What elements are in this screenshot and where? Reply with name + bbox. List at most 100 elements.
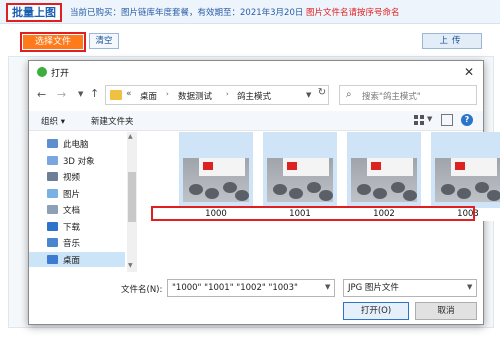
filename-highlight-box bbox=[151, 206, 475, 221]
pigeon bbox=[223, 182, 237, 193]
pigeon bbox=[319, 190, 333, 201]
view-options-icon[interactable] bbox=[413, 114, 425, 126]
pigeon-photo-thumbnail bbox=[435, 158, 500, 202]
recent-locations-icon[interactable]: ▼ bbox=[78, 90, 83, 98]
nav-item-label: 下载 bbox=[63, 222, 81, 233]
pigeon bbox=[457, 188, 471, 199]
banner-logo bbox=[371, 162, 381, 170]
dialog-title: 打开 bbox=[51, 69, 70, 79]
page-title: 批量上图 bbox=[6, 3, 62, 22]
nav-item-label: 桌面 bbox=[63, 255, 81, 266]
nav-item[interactable]: 音乐 bbox=[29, 235, 125, 250]
forward-arrow-icon[interactable]: → bbox=[57, 88, 66, 101]
breadcrumb-data-test[interactable]: 数据测试 bbox=[178, 90, 212, 102]
chevron-down-icon[interactable]: ▼ bbox=[306, 91, 311, 99]
select-file-button[interactable]: 选择文件 bbox=[20, 32, 86, 52]
pigeon-photo-thumbnail bbox=[351, 158, 417, 202]
pigeon bbox=[487, 190, 500, 201]
banner bbox=[199, 158, 245, 176]
up-arrow-icon[interactable]: ↑ bbox=[90, 87, 99, 100]
nav-item-label: 音乐 bbox=[63, 239, 81, 249]
filename-label: 文件名(N): bbox=[121, 285, 163, 295]
scrollbar[interactable]: ▲ ▼ bbox=[127, 132, 137, 272]
banner bbox=[367, 158, 413, 176]
nav-item[interactable]: 下载 bbox=[29, 219, 125, 234]
chevron-down-icon[interactable]: ▼ bbox=[467, 283, 472, 291]
back-arrow-icon[interactable]: ← bbox=[37, 88, 46, 101]
chevron-right-icon[interactable]: › bbox=[226, 90, 229, 98]
clear-button[interactable]: 清空 bbox=[89, 33, 119, 49]
new-folder-button[interactable]: 新建文件夹 bbox=[91, 115, 134, 127]
nav-item[interactable]: 桌面 bbox=[29, 251, 125, 267]
folder-icon bbox=[47, 139, 58, 148]
upload-button[interactable]: 上传 bbox=[422, 33, 482, 49]
nav-item-label: 文档 bbox=[63, 206, 81, 216]
folder-icon bbox=[47, 155, 58, 165]
folder-icon bbox=[110, 90, 122, 100]
banner-logo bbox=[287, 162, 297, 170]
pigeon bbox=[235, 190, 249, 201]
pigeon-photo-thumbnail bbox=[267, 158, 333, 202]
pigeon bbox=[357, 184, 371, 195]
search-input[interactable]: ⌕ 搜索"鸽主模式" bbox=[339, 85, 477, 105]
scroll-up-icon[interactable]: ▲ bbox=[128, 133, 133, 140]
chevron-down-icon[interactable]: ▼ bbox=[325, 283, 330, 291]
banner-logo bbox=[203, 162, 213, 170]
filename-input[interactable]: "1000" "1001" "1002" "1003" bbox=[167, 279, 335, 297]
folder-icon bbox=[47, 205, 58, 214]
close-icon[interactable]: ✕ bbox=[461, 64, 477, 80]
banner-logo bbox=[455, 162, 465, 170]
help-icon[interactable]: ? bbox=[461, 114, 473, 126]
chevron-right-icon[interactable]: › bbox=[166, 90, 169, 98]
open-button[interactable]: 打开(O) bbox=[343, 302, 409, 320]
navigation-pane: 此电脑 3D 对象视频图片文档下载音乐桌面 ▲ ▼ bbox=[29, 132, 137, 272]
pigeon bbox=[289, 188, 303, 199]
scroll-down-icon[interactable]: ▼ bbox=[128, 262, 133, 269]
subscription-info: 当前已购买：图片链库年度套餐，有效期至：2021年3月20日 bbox=[70, 8, 304, 18]
pigeon bbox=[475, 182, 489, 193]
breadcrumb-owner-mode[interactable]: 鸽主模式 bbox=[237, 90, 271, 102]
folder-icon bbox=[47, 188, 58, 198]
dialog-titlebar bbox=[29, 61, 483, 83]
rename-tip: 图片文件名请按序号命名 bbox=[306, 8, 400, 18]
breadcrumb-overflow[interactable]: « bbox=[126, 89, 132, 99]
nav-item[interactable]: 3D 对象 bbox=[29, 153, 125, 168]
chevron-down-icon[interactable]: ▼ bbox=[427, 115, 432, 123]
refresh-icon[interactable]: ↻ bbox=[315, 87, 329, 103]
rename-caption: 图片文件名改为鸽主的序号 bbox=[161, 234, 293, 247]
pigeon bbox=[273, 184, 287, 195]
command-bar: 组织 ▾ 新建文件夹 ▼ ? bbox=[29, 111, 483, 131]
banner bbox=[283, 158, 329, 176]
pigeon bbox=[205, 188, 219, 199]
folder-icon bbox=[47, 254, 58, 264]
pigeon bbox=[441, 184, 455, 195]
search-placeholder: 搜索"鸽主模式" bbox=[362, 92, 421, 102]
scrollbar-thumb[interactable] bbox=[128, 172, 136, 222]
nav-item[interactable]: 视频 bbox=[29, 169, 125, 184]
pigeon bbox=[373, 188, 387, 199]
nav-item[interactable]: 图片 bbox=[29, 186, 125, 201]
preview-pane-icon[interactable] bbox=[441, 114, 453, 126]
breadcrumb-desktop[interactable]: 桌面 bbox=[140, 90, 157, 102]
folder-icon bbox=[47, 238, 58, 247]
banner bbox=[451, 158, 497, 176]
address-bar[interactable]: « 桌面 › 数据测试 › 鸽主模式 ▼ bbox=[105, 85, 329, 105]
open-file-dialog: 打开 ✕ ← → ▼ ↑ « 桌面 › 数据测试 › 鸽主模式 ▼ ↻ ⌕ 搜索… bbox=[28, 60, 500, 325]
nav-item-label: 图片 bbox=[63, 189, 81, 200]
nav-item-label: 3D 对象 bbox=[63, 156, 95, 167]
folder-icon bbox=[47, 172, 58, 181]
pigeon bbox=[307, 182, 321, 193]
file-list: 1000 1001 1002 1003 图片文件名改为鸽主的序号 bbox=[139, 132, 500, 272]
search-icon: ⌕ bbox=[346, 89, 352, 100]
cancel-button[interactable]: 取消 bbox=[415, 302, 477, 320]
app-icon bbox=[37, 67, 47, 77]
nav-item-label: 视频 bbox=[63, 173, 81, 183]
pigeon bbox=[391, 182, 405, 193]
pigeon bbox=[189, 184, 203, 195]
filetype-select[interactable]: JPG 图片文件 bbox=[343, 279, 477, 297]
nav-item[interactable]: 此电脑 bbox=[29, 136, 125, 151]
organize-menu[interactable]: 组织 ▾ bbox=[41, 115, 65, 127]
nav-item-label: 此电脑 bbox=[63, 140, 89, 150]
nav-item[interactable]: 文档 bbox=[29, 202, 125, 217]
folder-icon bbox=[47, 221, 58, 231]
